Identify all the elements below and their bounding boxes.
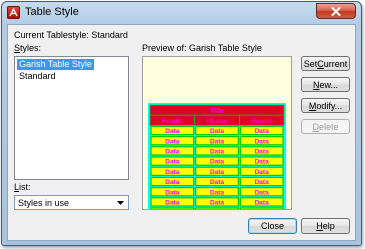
preview-title-text: Title [211,108,224,115]
new-button[interactable]: New... [301,77,350,92]
dialog-body: Current Tablestyle: Standard Styles: Gar… [7,24,356,241]
preview-data-text: Data [165,189,179,196]
current-tablestyle-line: Current Tablestyle: Standard [14,30,128,40]
preview-data-text: Data [165,138,179,145]
preview-table: Title Header Header Header Data Data Data Data D… [148,103,286,220]
preview-data-text: Data [210,149,224,156]
preview-data-text: Data [165,128,179,135]
preview-data-text: Data [165,179,179,186]
preview-data-text: Data [165,169,179,176]
preview-data-text: Data [165,159,179,166]
list-filter-dropdown[interactable]: Styles in use [14,195,129,210]
preview-data-text: Data [210,128,224,135]
styles-label: Styles: [14,43,42,53]
style-item-garish[interactable]: Garish Table Style [17,59,94,70]
preview-data-text: Data [165,149,179,156]
preview-label: Preview of: Garish Table Style [142,43,262,53]
preview-data-text: Data [255,200,269,207]
close-button[interactable]: Close [248,218,297,234]
list-filter-value: Styles in use [18,198,70,208]
preview-data-text: Data [210,189,224,196]
preview-data-text: Data [210,179,224,186]
preview-data-text: Data [255,128,269,135]
preview-data-text: Data [255,149,269,156]
preview-header-text: Header [162,118,184,125]
preview-data-text: Data [210,159,224,166]
delete-button[interactable]: Delete [301,119,350,134]
close-icon [331,6,341,16]
preview-data-text: Data [255,179,269,186]
current-tablestyle-label: Current Tablestyle: [14,30,89,40]
table-style-dialog: Table Style Current Tablestyle: Standard… [1,1,362,246]
modify-button[interactable]: Modify... [301,98,350,113]
preview-data-text: Data [210,138,224,145]
autocad-app-icon [7,6,20,19]
preview-data-text: Data [255,159,269,166]
window-title: Table Style [25,6,79,18]
help-button[interactable]: Help [301,218,350,234]
preview-header-text: Header [206,118,228,125]
preview-data-text: Data [210,169,224,176]
set-current-button[interactable]: Set Current [301,56,350,71]
table-style-preview: Title Header Header Header Data Data Data Data D… [142,56,292,220]
preview-header-text: Header [251,118,273,125]
title-bar[interactable]: Table Style [2,2,361,24]
preview-data-text: Data [255,138,269,145]
style-item-standard[interactable]: Standard [17,71,58,82]
chevron-down-icon[interactable] [114,197,127,208]
preview-data-text: Data [255,189,269,196]
list-label: List: [14,182,31,192]
preview-data-text: Data [210,200,224,207]
window-close-button[interactable] [316,3,356,19]
preview-data-text: Data [165,200,179,207]
current-tablestyle-value: Standard [91,30,128,40]
preview-data-text: Data [255,169,269,176]
preview-label-prefix: Preview of: [142,43,187,53]
preview-style-name: Garish Table Style [189,43,262,53]
styles-listbox[interactable]: Garish Table Style Standard [14,56,129,180]
